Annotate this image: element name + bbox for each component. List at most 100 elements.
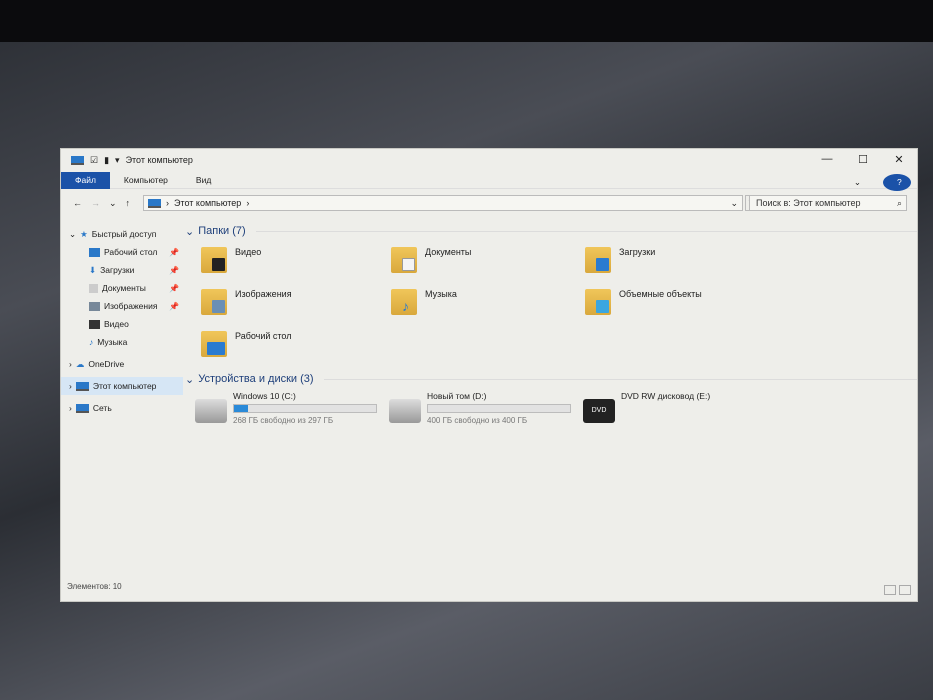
- expand-ribbon-icon[interactable]: ⌄: [840, 174, 875, 191]
- folder-pictures[interactable]: Изображения: [201, 289, 391, 319]
- windows-drive-icon: [195, 399, 227, 423]
- folder-label: Документы: [425, 247, 472, 257]
- drive-usage-bar: [233, 404, 377, 413]
- sidebar-item-label: Быстрый доступ: [91, 229, 157, 239]
- maximize-button[interactable]: ☐: [845, 149, 881, 169]
- drive-usage-bar: [427, 404, 571, 413]
- documents-icon: [89, 283, 98, 293]
- forward-button[interactable]: →: [91, 198, 100, 208]
- folder-desktop[interactable]: Рабочий стол: [201, 331, 391, 361]
- music-folder-icon: ♪: [391, 289, 417, 315]
- drive-c[interactable]: Windows 10 (C:) 268 ГБ свободно из 297 Г…: [195, 391, 389, 425]
- sidebar-item-label: Музыка: [97, 337, 128, 347]
- sidebar-item-video[interactable]: Видео: [61, 315, 183, 333]
- search-input[interactable]: Поиск в: Этот компьютер ⌕: [749, 195, 907, 211]
- customize-toolbar-icon[interactable]: ▾: [115, 155, 120, 166]
- title-bar: ☑ ▮ ▾ Этот компьютер — ☐ ✕: [61, 149, 917, 171]
- sidebar-item-label: Изображения: [104, 301, 158, 311]
- status-bar-item-count: Элементов: 10: [67, 582, 122, 591]
- sidebar-item-network[interactable]: › Сеть: [61, 399, 183, 417]
- large-icons-view-button[interactable]: [899, 585, 911, 595]
- pin-icon: 📌: [169, 265, 179, 275]
- pin-icon: 📌: [169, 247, 179, 257]
- drive-free-space: 400 ГБ свободно из 400 ГБ: [427, 416, 528, 425]
- sidebar-item-downloads[interactable]: ⬇ Загрузки 📌: [61, 261, 183, 279]
- content-pane: ⌄ Папки (7) Видео Документы Загрузки Изоб…: [185, 223, 917, 425]
- sidebar-item-label: Загрузки: [100, 265, 135, 275]
- sidebar-item-label: OneDrive: [88, 359, 125, 369]
- sidebar-item-quick-access[interactable]: ⌄ ★ Быстрый доступ: [61, 225, 183, 243]
- network-icon: [75, 403, 89, 413]
- sidebar-item-label: Документы: [102, 283, 146, 293]
- drives-list: Windows 10 (C:) 268 ГБ свободно из 297 Г…: [195, 391, 917, 425]
- sidebar-item-music[interactable]: ♪ Музыка: [61, 333, 183, 351]
- folder-3d-objects[interactable]: Объемные объекты: [585, 289, 785, 319]
- download-icon: ⬇: [89, 264, 97, 275]
- view-switcher: [884, 585, 911, 595]
- folder-label: Музыка: [425, 289, 457, 299]
- folder-music[interactable]: ♪ Музыка: [391, 289, 585, 319]
- recent-locations-button[interactable]: ⌄: [109, 198, 117, 209]
- downloads-folder-icon: [585, 247, 611, 273]
- folder-video[interactable]: Видео: [201, 247, 391, 277]
- new-folder-icon[interactable]: ▮: [104, 155, 109, 166]
- help-icon[interactable]: ?: [883, 174, 911, 191]
- window-title: Этот компьютер: [125, 155, 193, 165]
- drive-d[interactable]: Новый том (D:) 400 ГБ свободно из 400 ГБ: [389, 391, 583, 425]
- tab-computer[interactable]: Компьютер: [110, 172, 182, 189]
- sidebar-item-label: Рабочий стол: [104, 247, 158, 257]
- folder-label: Видео: [235, 247, 262, 257]
- folder-label: Объемные объекты: [619, 289, 702, 299]
- breadcrumb-separator[interactable]: ›: [246, 198, 249, 208]
- sidebar-item-desktop[interactable]: Рабочий стол 📌: [61, 243, 183, 261]
- sidebar-item-label: Этот компьютер: [92, 381, 157, 391]
- address-dropdown-icon[interactable]: ⌄: [730, 198, 738, 209]
- folder-downloads[interactable]: Загрузки: [585, 247, 785, 277]
- sidebar-item-this-pc[interactable]: › Этот компьютер: [61, 377, 183, 395]
- sidebar-item-documents[interactable]: Документы 📌: [61, 279, 183, 297]
- photo-top-bezel: [0, 0, 933, 42]
- star-icon: ★: [80, 228, 88, 239]
- drive-e[interactable]: DVD DVD RW дисковод (E:): [583, 391, 777, 425]
- computer-icon: [148, 198, 161, 208]
- navigation-bar: ← → ⌄ ↑ › Этот компьютер › ⌄ ↻ Поиск в: …: [61, 193, 917, 213]
- tab-view[interactable]: Вид: [182, 172, 225, 189]
- ribbon-tabs: Файл Компьютер Вид ⌄ ?: [61, 171, 917, 191]
- sidebar-item-pictures[interactable]: Изображения 📌: [61, 297, 183, 315]
- desktop-icon: [89, 247, 100, 257]
- video-icon: [89, 319, 100, 329]
- drive-free-space: 268 ГБ свободно из 297 ГБ: [233, 416, 334, 425]
- navigation-pane: ⌄ ★ Быстрый доступ Рабочий стол 📌 ⬇ Загрузки…: [61, 225, 183, 417]
- file-explorer-window: ☑ ▮ ▾ Этот компьютер — ☐ ✕ Файл Компьюте…: [60, 148, 918, 602]
- close-button[interactable]: ✕: [881, 149, 917, 169]
- folder-label: Рабочий стол: [235, 331, 292, 341]
- music-icon: ♪: [89, 337, 94, 347]
- folders-group-header[interactable]: ⌄ Папки (7): [185, 223, 917, 239]
- pin-icon: 📌: [169, 301, 179, 311]
- properties-icon[interactable]: ☑: [90, 155, 98, 166]
- folder-documents[interactable]: Документы: [391, 247, 585, 277]
- tab-file[interactable]: Файл: [61, 171, 110, 189]
- minimize-button[interactable]: —: [809, 149, 845, 169]
- up-button[interactable]: ↑: [126, 198, 131, 208]
- folders-grid: Видео Документы Загрузки Изображения ♪ Му…: [201, 247, 917, 361]
- back-button[interactable]: ←: [73, 198, 82, 208]
- folder-label: Изображения: [235, 289, 292, 299]
- group-title: Папки (7): [198, 225, 246, 237]
- address-bar[interactable]: › Этот компьютер › ⌄: [143, 195, 743, 211]
- group-title: Устройства и диски (3): [198, 373, 314, 385]
- pictures-icon: [89, 301, 100, 311]
- dvd-drive-icon: DVD: [583, 399, 615, 423]
- documents-folder-icon: [391, 247, 417, 273]
- computer-icon: [71, 155, 84, 165]
- details-view-button[interactable]: [884, 585, 896, 595]
- cloud-icon: ☁: [75, 358, 85, 369]
- pin-icon: 📌: [169, 283, 179, 293]
- breadcrumb-this-pc[interactable]: Этот компьютер: [174, 198, 241, 208]
- desktop-folder-icon: [201, 331, 227, 357]
- drive-name: Новый том (D:): [427, 391, 487, 401]
- drives-group-header[interactable]: ⌄ Устройства и диски (3): [185, 371, 917, 387]
- sidebar-item-onedrive[interactable]: › ☁ OneDrive: [61, 355, 183, 373]
- video-folder-icon: [201, 247, 227, 273]
- search-icon: ⌕: [896, 198, 902, 208]
